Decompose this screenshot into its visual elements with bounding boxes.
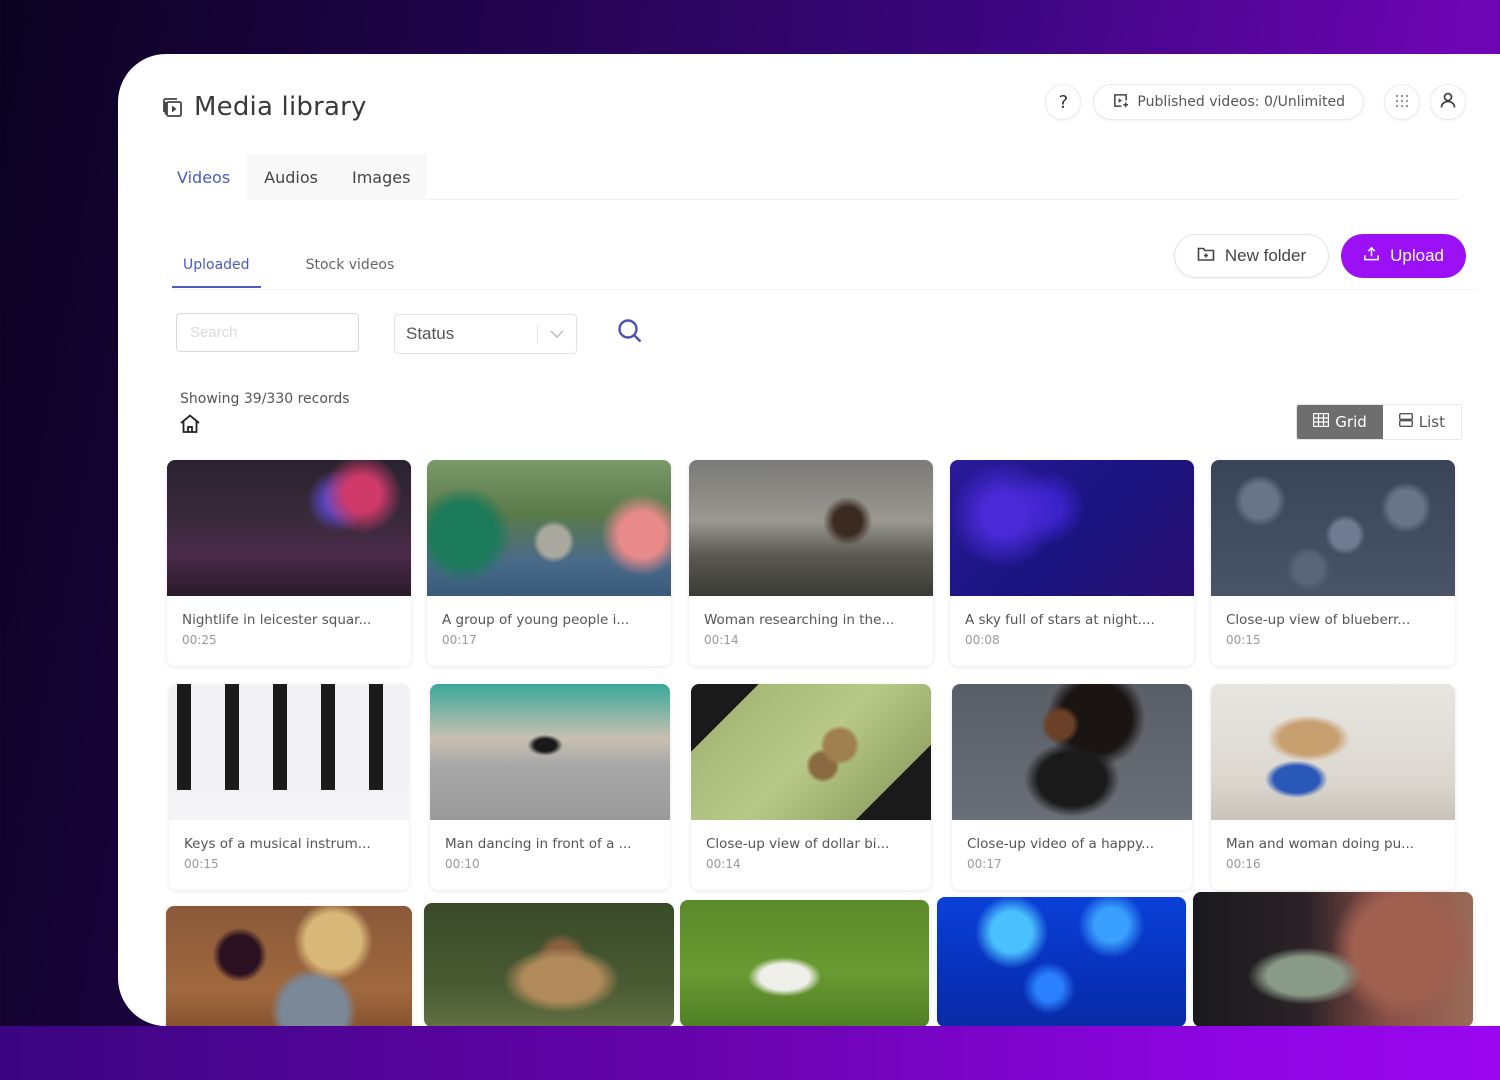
search-input[interactable] — [176, 313, 359, 352]
help-icon: ? — [1058, 91, 1069, 113]
video-thumbnail — [937, 897, 1186, 1026]
status-dropdown[interactable]: Status — [394, 314, 577, 354]
new-folder-button[interactable]: New folder — [1173, 234, 1330, 278]
published-video-icon — [1112, 92, 1129, 113]
tab-audios[interactable]: Audios — [247, 154, 335, 200]
header-actions: ? Published videos: 0/Unlimited — [1045, 84, 1466, 120]
video-card[interactable] — [937, 897, 1186, 1026]
video-card[interactable]: Close-up view of dollar bi... 00:14 — [691, 684, 931, 890]
grid-icon — [1313, 413, 1330, 431]
list-view-button[interactable]: List — [1382, 405, 1461, 439]
video-thumbnail — [427, 460, 671, 596]
video-card[interactable]: A sky full of stars at night.... 00:08 — [950, 460, 1194, 666]
video-thumbnail — [950, 460, 1194, 596]
video-title: Man dancing in front of a ... — [445, 836, 632, 852]
folder-plus-icon — [1197, 246, 1215, 267]
video-duration: 00:17 — [442, 633, 477, 647]
video-title: Woman researching in the... — [704, 612, 895, 628]
chevron-down-icon — [538, 330, 576, 338]
grid-view-button[interactable]: Grid — [1297, 405, 1383, 439]
tab-images[interactable]: Images — [334, 154, 428, 200]
video-thumbnail — [1211, 460, 1455, 596]
video-card[interactable]: Keys of a musical instrum... 00:15 — [169, 684, 409, 890]
video-title: A group of young people i... — [442, 612, 630, 628]
user-profile-button[interactable] — [1430, 84, 1466, 120]
video-duration: 00:14 — [706, 857, 741, 871]
video-thumbnail — [169, 684, 409, 820]
user-icon — [1439, 91, 1457, 114]
video-duration: 00:15 — [184, 857, 219, 871]
records-count: Showing 39/330 records — [180, 391, 350, 407]
video-title: A sky full of stars at night.... — [965, 612, 1155, 628]
upload-label: Upload — [1390, 246, 1444, 265]
video-duration: 00:14 — [704, 633, 739, 647]
tab-uploaded[interactable]: Uploaded — [172, 244, 261, 288]
page-title: Media library — [194, 92, 367, 122]
search-icon[interactable] — [617, 318, 645, 346]
video-thumbnail — [167, 460, 411, 596]
video-card[interactable]: Nightlife in leicester squar... 00:25 — [167, 460, 411, 666]
video-thumbnail — [1211, 684, 1455, 820]
media-type-tabs: Videos Audios Images — [160, 154, 1460, 200]
video-title: Close-up view of dollar bi... — [706, 836, 890, 852]
video-duration: 00:16 — [1226, 857, 1261, 871]
video-thumbnail — [424, 903, 674, 1026]
page-header: Media library — [160, 92, 367, 122]
video-thumbnail — [1193, 892, 1473, 1026]
grid-label: Grid — [1335, 413, 1367, 431]
video-duration: 00:08 — [965, 633, 1000, 647]
media-library-icon — [160, 95, 184, 119]
apps-grid-icon — [1395, 92, 1409, 113]
upload-button[interactable]: Upload — [1341, 234, 1466, 278]
published-videos-label: Published videos: 0/Unlimited — [1137, 94, 1345, 110]
published-videos-badge[interactable]: Published videos: 0/Unlimited — [1093, 84, 1364, 120]
list-label: List — [1418, 413, 1445, 431]
video-card[interactable]: Man and woman doing pu... 00:16 — [1211, 684, 1455, 890]
source-tabs: Uploaded Stock videos — [172, 244, 439, 288]
video-duration: 00:17 — [967, 857, 1002, 871]
video-duration: 00:25 — [182, 633, 217, 647]
tab-stock-videos[interactable]: Stock videos — [295, 244, 406, 288]
video-title: Close-up view of blueberr... — [1226, 612, 1411, 628]
video-card[interactable]: Close-up video of a happy... 00:17 — [952, 684, 1192, 890]
video-card[interactable]: A group of young people i... 00:17 — [427, 460, 671, 666]
new-folder-label: New folder — [1224, 246, 1307, 265]
status-selected-value: Status — [406, 324, 455, 343]
media-library-window: Media library ? Published videos: 0/Unli… — [118, 54, 1500, 1026]
video-thumbnail — [691, 684, 931, 820]
video-card[interactable]: Close-up view of blueberr... 00:15 — [1211, 460, 1455, 666]
list-icon — [1398, 412, 1413, 431]
help-button[interactable]: ? — [1045, 84, 1082, 120]
video-card[interactable] — [680, 900, 929, 1026]
video-thumbnail — [166, 906, 412, 1026]
video-duration: 00:15 — [1226, 633, 1261, 647]
video-card[interactable] — [424, 903, 674, 1026]
video-card[interactable]: Man dancing in front of a ... 00:10 — [430, 684, 670, 890]
view-toggle: Grid List — [1296, 404, 1462, 440]
video-title: Nightlife in leicester squar... — [182, 612, 372, 628]
video-thumbnail — [680, 900, 929, 1026]
library-actions: New folder Upload — [1173, 234, 1466, 278]
video-thumbnail — [952, 684, 1192, 820]
home-icon[interactable] — [179, 413, 201, 435]
divider — [172, 289, 1478, 290]
video-card[interactable]: Woman researching in the... 00:14 — [689, 460, 933, 666]
tab-videos[interactable]: Videos — [160, 154, 248, 200]
video-duration: 00:10 — [445, 857, 480, 871]
video-thumbnail — [430, 684, 670, 820]
apps-button[interactable] — [1384, 84, 1420, 120]
video-thumbnail — [689, 460, 933, 596]
video-title: Keys of a musical instrum... — [184, 836, 371, 852]
background-band — [0, 1026, 1500, 1080]
video-card[interactable] — [1193, 892, 1473, 1026]
video-title: Close-up video of a happy... — [967, 836, 1155, 852]
video-card[interactable] — [166, 906, 412, 1026]
upload-icon — [1363, 245, 1380, 267]
video-title: Man and woman doing pu... — [1226, 836, 1415, 852]
